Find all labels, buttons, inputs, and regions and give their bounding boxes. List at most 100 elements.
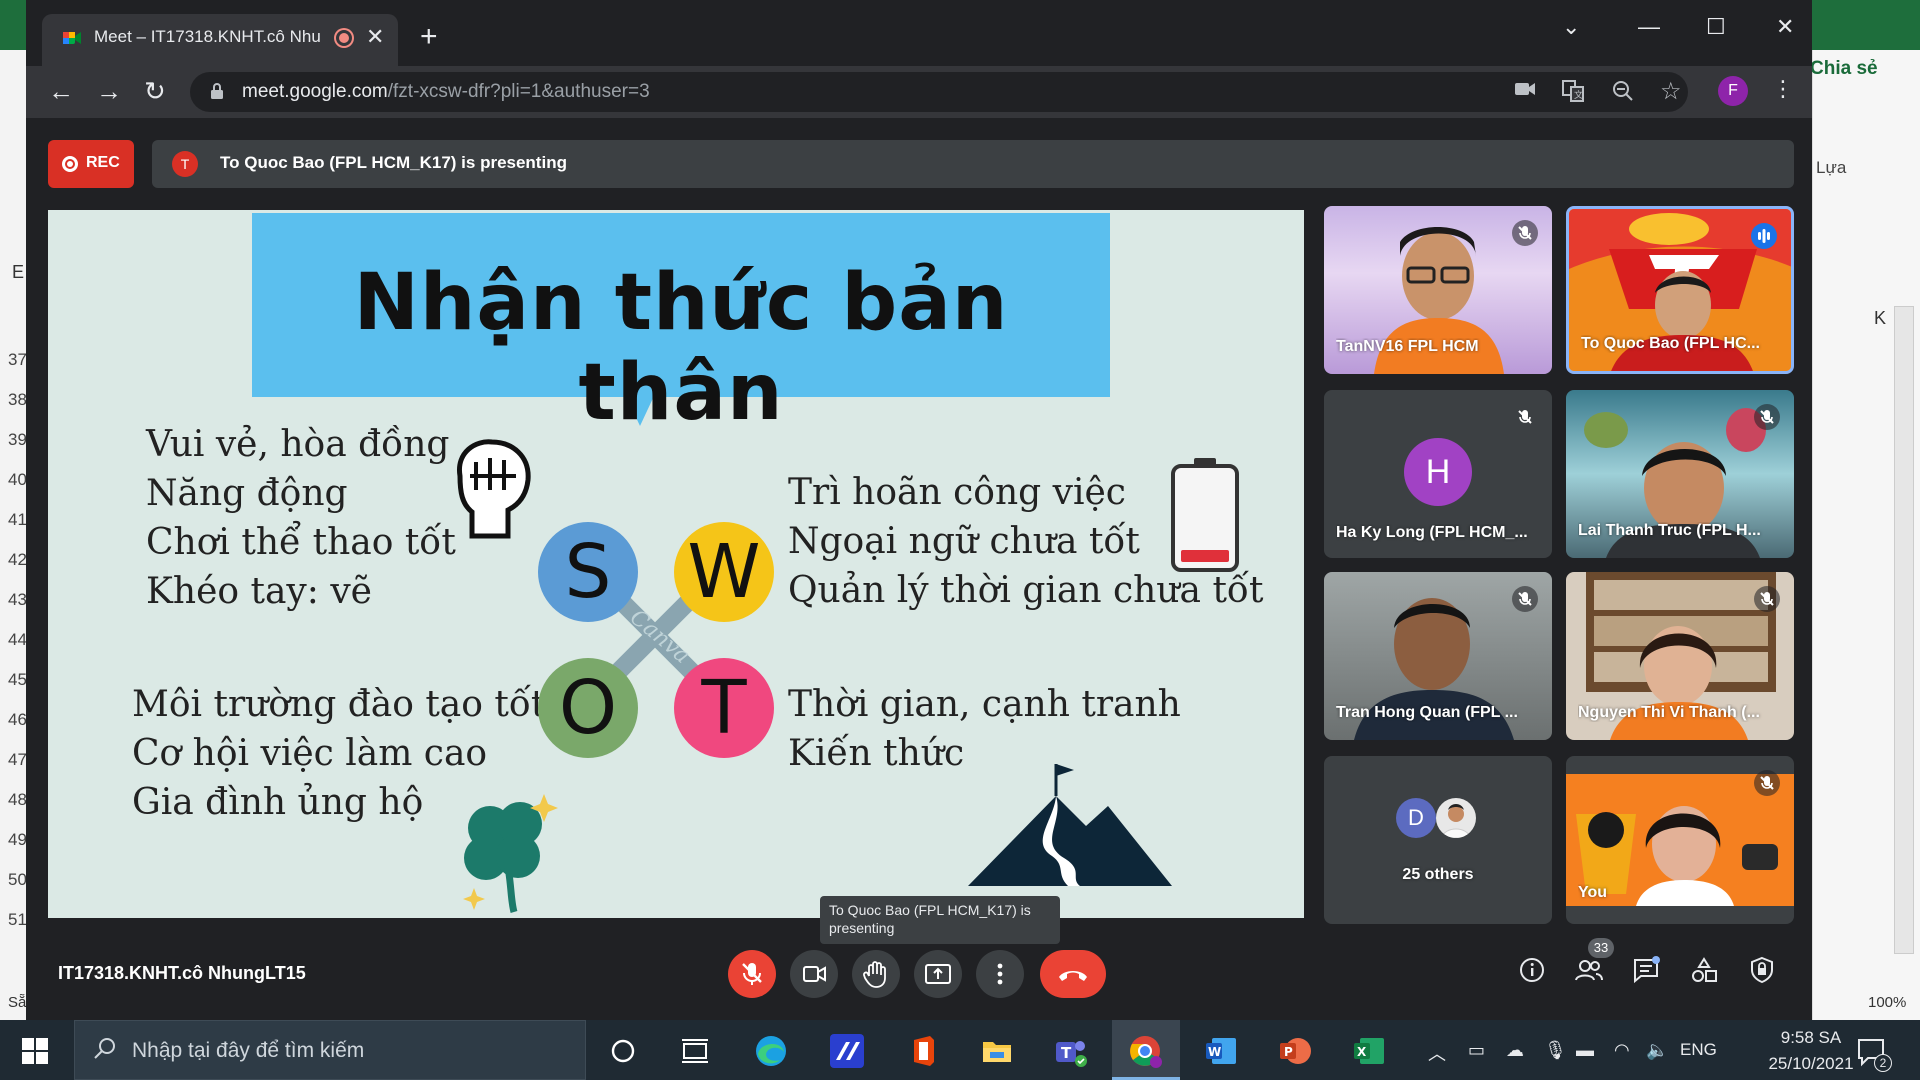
onedrive-icon[interactable]: ☁ <box>1506 1040 1524 1061</box>
show-hidden-icons-icon[interactable]: ︿ <box>1428 1040 1446 1066</box>
bookmark-star-icon[interactable]: ☆ <box>1660 77 1682 106</box>
participant-tile[interactable]: Lai Thanh Truc (FPL H... <box>1566 390 1794 558</box>
mic-off-icon <box>1754 770 1780 796</box>
share-label: Chia sẻ <box>1810 58 1878 79</box>
participant-tile-active-speaker[interactable]: To Quoc Bao (FPL HC... <box>1566 206 1794 374</box>
system-tray-icons: ︿ ▭ ☁ 🎙 ▬ ◠ 🔈 <box>1424 1040 1674 1064</box>
new-tab-icon[interactable]: + <box>420 20 438 54</box>
edge-icon[interactable] <box>754 1034 788 1068</box>
mic-off-icon <box>1754 404 1780 430</box>
participant-avatar: H <box>1404 438 1472 506</box>
camera-toggle-button[interactable] <box>790 950 838 998</box>
search-icon <box>92 1036 118 1067</box>
app-icon[interactable] <box>830 1034 864 1068</box>
close-tab-icon[interactable]: ✕ <box>366 24 384 50</box>
strength-item: Khéo tay: vẽ <box>146 571 372 612</box>
participant-name: Nguyen Thi Vi Thanh (... <box>1578 704 1760 721</box>
excel-cell-ref: E <box>12 262 25 282</box>
present-now-button[interactable] <box>914 950 962 998</box>
profile-avatar[interactable]: F <box>1718 76 1748 106</box>
excel-icon[interactable]: X <box>1352 1034 1386 1068</box>
svg-text:P: P <box>1284 1045 1293 1059</box>
mic-off-icon <box>1512 586 1538 612</box>
taskbar-search-placeholder: Nhập tại đây để tìm kiếm <box>132 1039 365 1062</box>
input-language[interactable]: ENG <box>1680 1040 1717 1060</box>
raise-hand-button[interactable] <box>852 950 900 998</box>
tab-search-icon[interactable]: ⌄ <box>1562 14 1580 40</box>
cortana-icon[interactable] <box>606 1034 640 1068</box>
strengths-list: Vui vẻ, hòa đồng Năng động Chơi thể thao… <box>146 420 456 616</box>
row-number: 40 <box>8 470 27 489</box>
chrome-menu-icon[interactable]: ⋮ <box>1772 76 1794 102</box>
meeting-details-icon[interactable] <box>1518 956 1546 989</box>
participant-name: TanNV16 FPL HCM <box>1336 338 1479 355</box>
participant-name: You <box>1578 884 1608 901</box>
url-text: meet.google.com/fzt-xcsw-dfr?pli=1&authu… <box>242 81 650 103</box>
task-view-icon[interactable] <box>678 1034 712 1068</box>
office-icon[interactable] <box>906 1034 940 1068</box>
forward-icon[interactable]: → <box>96 76 122 107</box>
record-icon <box>62 156 78 172</box>
activities-icon[interactable] <box>1690 956 1718 989</box>
volume-icon[interactable]: 🔈 <box>1646 1040 1668 1061</box>
participant-name: Tran Hong Quan (FPL ... <box>1336 704 1518 721</box>
more-options-button[interactable] <box>976 950 1024 998</box>
battery-icon[interactable]: ▬ <box>1576 1040 1594 1061</box>
meet-favicon-icon <box>62 28 82 48</box>
clock-time[interactable]: 9:58 SA <box>1756 1028 1866 1048</box>
participant-tile[interactable]: H Ha Ky Long (FPL HCM_... <box>1324 390 1552 558</box>
wifi-icon[interactable]: ◠ <box>1614 1040 1630 1061</box>
windows-start-icon[interactable] <box>22 1038 48 1064</box>
participant-tile[interactable]: TanNV16 FPL HCM <box>1324 206 1552 374</box>
row-number: 39 <box>8 430 27 449</box>
chrome-icon[interactable] <box>1128 1034 1162 1068</box>
row-number: 38 <box>8 390 27 409</box>
excel-scrollbar[interactable] <box>1894 306 1914 954</box>
row-number: 43 <box>8 590 27 609</box>
mic-toggle-button[interactable] <box>728 950 776 998</box>
lock-icon[interactable] <box>210 82 224 100</box>
microphone-icon[interactable]: 🎙 <box>1544 1040 1567 1061</box>
share-button[interactable]: Chia sẻ <box>1810 58 1920 88</box>
camera-in-use-icon[interactable] <box>1514 80 1536 104</box>
close-window-icon[interactable]: ✕ <box>1776 14 1794 40</box>
zoom-icon[interactable] <box>1612 80 1634 108</box>
reload-icon[interactable]: ↻ <box>144 76 166 107</box>
translate-icon[interactable]: 文 <box>1562 80 1584 108</box>
participant-name: Lai Thanh Truc (FPL H... <box>1578 522 1761 539</box>
row-number: 44 <box>8 630 27 649</box>
teams-icon[interactable]: T <box>1054 1034 1088 1068</box>
excel-row-headers: 37 38 39 40 41 42 43 44 45 46 47 48 49 5… <box>0 330 27 1020</box>
chat-icon[interactable] <box>1632 956 1660 989</box>
mountain-flag-icon <box>968 762 1174 893</box>
meet-now-icon[interactable]: ▭ <box>1468 1040 1485 1061</box>
minimize-icon[interactable]: — <box>1638 14 1660 40</box>
strength-item: Năng động <box>146 473 348 514</box>
excel-sheet-label: Sẵ <box>8 994 27 1011</box>
url-path: /fzt-xcsw-dfr?pli=1&authuser=3 <box>387 81 650 102</box>
row-number: 51 <box>8 910 27 929</box>
file-explorer-icon[interactable] <box>980 1034 1014 1068</box>
participant-tile[interactable]: Nguyen Thi Vi Thanh (... <box>1566 572 1794 740</box>
self-view-tile[interactable]: You <box>1566 756 1794 924</box>
strength-item: Vui vẻ, hòa đồng <box>146 424 450 465</box>
powerpoint-icon[interactable]: P <box>1278 1034 1312 1068</box>
maximize-icon[interactable]: ☐ <box>1706 14 1726 40</box>
row-number: 41 <box>8 510 27 529</box>
back-icon[interactable]: ← <box>48 76 74 107</box>
opportunity-item: Cơ hội việc làm cao <box>132 733 488 774</box>
window-controls: ⌄ — ☐ ✕ <box>1550 10 1812 50</box>
leave-call-button[interactable] <box>1040 950 1106 998</box>
people-icon[interactable] <box>1574 956 1604 989</box>
host-controls-icon[interactable] <box>1748 956 1776 989</box>
meeting-title: IT17318.KNHT.cô NhungLT15 <box>58 963 306 983</box>
row-number: 46 <box>8 710 27 729</box>
others-avatar: D <box>1396 798 1436 838</box>
recording-badge[interactable]: REC <box>48 140 134 188</box>
row-number: 37 <box>8 350 27 369</box>
participant-tile[interactable]: Tran Hong Quan (FPL ... <box>1324 572 1552 740</box>
word-icon[interactable]: W <box>1204 1034 1238 1068</box>
url-host: meet.google.com <box>242 81 388 102</box>
presenting-text: To Quoc Bao (FPL HCM_K17) is presenting <box>220 153 567 172</box>
others-tile[interactable]: D 25 others <box>1324 756 1552 924</box>
